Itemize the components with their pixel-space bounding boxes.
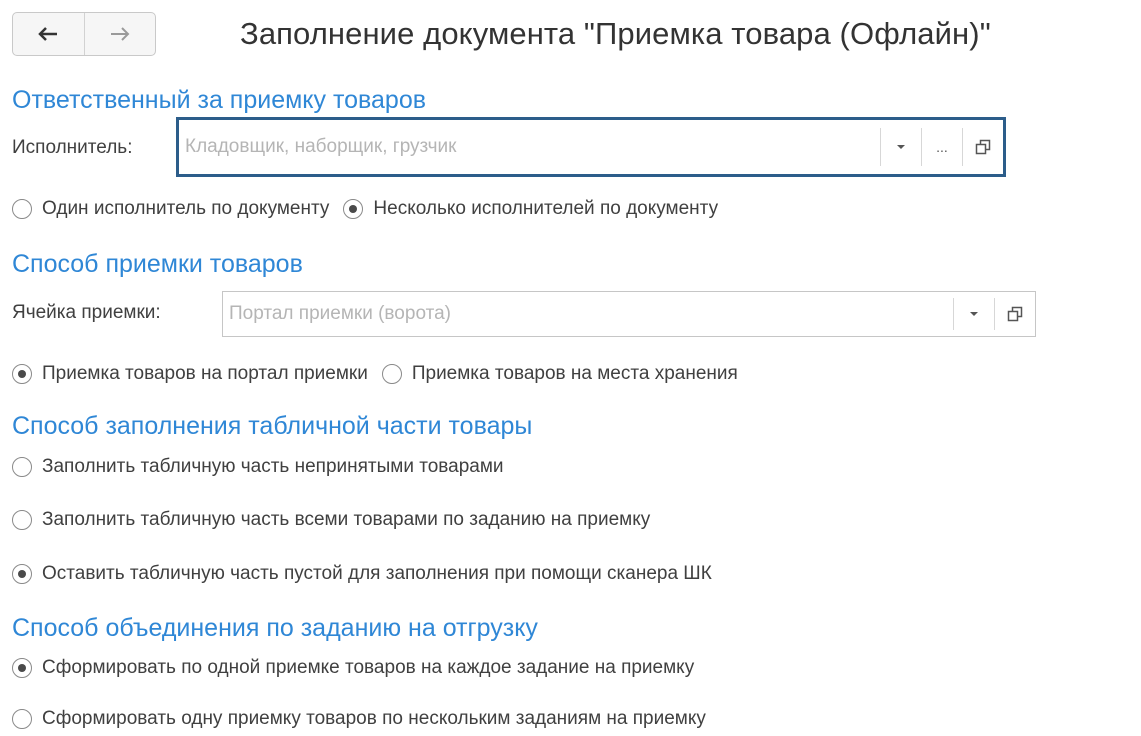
cell-dropdown-button[interactable] <box>953 298 994 330</box>
radio-circle <box>381 364 402 384</box>
radio-circle <box>12 364 32 384</box>
arrow-right-icon <box>110 27 130 41</box>
radio-label: Сформировать одну приемку товаров по нес… <box>42 708 706 729</box>
executor-input[interactable]: Кладовщик, наборщик, грузчик <box>179 120 880 174</box>
section-title-method: Способ приемки товаров <box>12 250 303 278</box>
radio-label: Оставить табличную часть пустой для запо… <box>42 563 712 584</box>
radio-single-executor[interactable]: Один исполнитель по документу <box>12 198 329 220</box>
radio-fill-empty-scanner[interactable]: Оставить табличную часть пустой для запо… <box>12 563 712 585</box>
radio-circle <box>12 457 32 477</box>
open-window-icon <box>1007 306 1023 322</box>
executor-dropdown-button[interactable] <box>880 128 921 166</box>
radio-merge-one-per-task[interactable]: Сформировать по одной приемке товаров на… <box>12 657 694 679</box>
radio-fill-unaccepted[interactable]: Заполнить табличную часть непринятыми то… <box>12 456 504 478</box>
ellipsis-label: ... <box>936 139 948 155</box>
radio-label: Приемка товаров на места хранения <box>411 363 738 384</box>
chevron-down-icon <box>897 145 905 149</box>
section-title-fill: Способ заполнения табличной части товары <box>12 412 533 440</box>
cell-open-button[interactable] <box>994 298 1035 330</box>
forward-button[interactable] <box>83 13 156 55</box>
cell-label: Ячейка приемки: <box>12 302 161 323</box>
radio-label: Сформировать по одной приемке товаров на… <box>42 657 695 678</box>
radio-label: Заполнить табличную часть непринятыми то… <box>42 456 504 477</box>
radio-merge-one-for-many[interactable]: Сформировать одну приемку товаров по нес… <box>12 708 706 730</box>
radio-circle <box>12 709 32 729</box>
section-title-responsible: Ответственный за приемку товаров <box>12 86 427 114</box>
executor-select-button[interactable]: ... <box>921 128 962 166</box>
radio-label: Несколько исполнителей по документу <box>373 198 719 219</box>
cell-field[interactable]: Портал приемки (ворота) <box>222 291 1036 337</box>
radio-circle <box>12 510 32 530</box>
radio-label: Один исполнитель по документу <box>42 198 330 219</box>
section-title-merge: Способ объединения по заданию на отгрузк… <box>12 614 538 642</box>
cell-input[interactable]: Портал приемки (ворота) <box>223 292 953 336</box>
radio-circle <box>12 658 32 678</box>
navigation-buttons <box>12 12 156 56</box>
radio-multiple-executors[interactable]: Несколько исполнителей по документу <box>343 198 718 220</box>
radio-fill-all-by-task[interactable]: Заполнить табличную часть всеми товарами… <box>12 509 650 531</box>
open-window-icon <box>975 139 991 155</box>
radio-label: Приемка товаров на портал приемки <box>42 363 368 384</box>
radio-receive-to-storage[interactable]: Приемка товаров на места хранения <box>381 363 738 385</box>
executor-label: Исполнитель: <box>12 137 133 158</box>
receiving-mode-group: Приемка товаров на портал приемки Приемк… <box>12 363 752 385</box>
executor-field[interactable]: Кладовщик, наборщик, грузчик ... <box>176 117 1006 177</box>
radio-label: Заполнить табличную часть всеми товарами… <box>42 509 651 530</box>
radio-receive-to-portal[interactable]: Приемка товаров на портал приемки <box>12 363 368 385</box>
radio-circle <box>343 199 364 219</box>
chevron-down-icon <box>970 312 978 316</box>
page-title: Заполнение документа "Приемка товара (Оф… <box>240 16 991 51</box>
executor-open-button[interactable] <box>962 128 1003 166</box>
executor-mode-group: Один исполнитель по документу Несколько … <box>12 198 732 220</box>
radio-circle <box>12 564 32 584</box>
back-button[interactable] <box>13 13 84 55</box>
radio-circle <box>12 199 32 219</box>
arrow-left-icon <box>38 27 58 41</box>
